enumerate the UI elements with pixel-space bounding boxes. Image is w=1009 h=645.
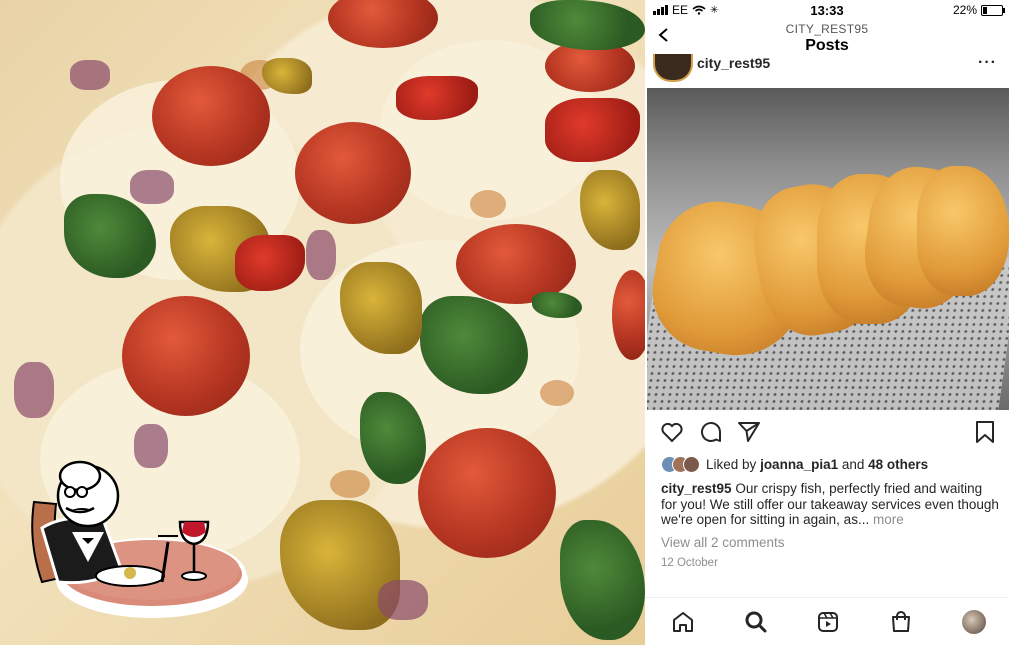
share-icon[interactable] — [737, 420, 761, 444]
profile-icon[interactable] — [962, 610, 986, 634]
more-options-icon[interactable]: ··· — [978, 54, 997, 72]
caption-more-link[interactable]: more — [873, 512, 904, 527]
post-header: city_rest95 ··· — [645, 54, 1009, 88]
search-icon[interactable] — [744, 610, 768, 634]
header-username: CITY_REST95 — [785, 22, 869, 36]
battery-fill — [983, 6, 987, 14]
heart-icon[interactable] — [660, 420, 684, 444]
shop-icon[interactable] — [889, 610, 913, 634]
page-title: Posts — [805, 37, 849, 54]
comment-icon[interactable] — [699, 420, 723, 444]
author-avatar[interactable] — [653, 54, 693, 82]
instagram-screen: EE ✳ 13:33 22% CITY_REST95 Posts city_re… — [645, 0, 1009, 645]
restaurant-dining-icon — [31, 460, 248, 618]
likes-summary[interactable]: Liked by joanna_pia1 and 48 others — [661, 456, 928, 473]
post-author[interactable]: city_rest95 — [697, 55, 770, 71]
view-comments-link[interactable]: View all 2 comments — [661, 535, 785, 550]
pizza-photo — [0, 0, 645, 645]
post-actions — [645, 420, 1009, 444]
post-date: 12 October — [661, 557, 718, 569]
caption-author[interactable]: city_rest95 — [661, 481, 732, 496]
liker-avatar — [683, 456, 700, 473]
liked-by-user[interactable]: joanna_pia1 — [760, 457, 838, 472]
liked-by-prefix: Liked by — [706, 457, 757, 472]
post-image[interactable] — [647, 88, 1009, 410]
liked-by-others[interactable]: 48 others — [868, 457, 928, 472]
back-arrow-icon[interactable] — [657, 28, 671, 42]
liked-by-and: and — [841, 457, 865, 472]
post-caption: city_rest95 Our crispy fish, perfectly f… — [661, 481, 1001, 528]
battery-percent: 22% — [952, 3, 977, 17]
reels-icon[interactable] — [816, 610, 840, 634]
bookmark-icon[interactable] — [975, 420, 995, 444]
battery-icon — [981, 4, 1005, 16]
home-icon[interactable] — [671, 610, 695, 634]
status-bar: EE ✳ 13:33 22% — [645, 0, 1009, 20]
page-header: CITY_REST95 Posts — [645, 20, 1009, 56]
bottom-tab-bar — [645, 597, 1009, 645]
